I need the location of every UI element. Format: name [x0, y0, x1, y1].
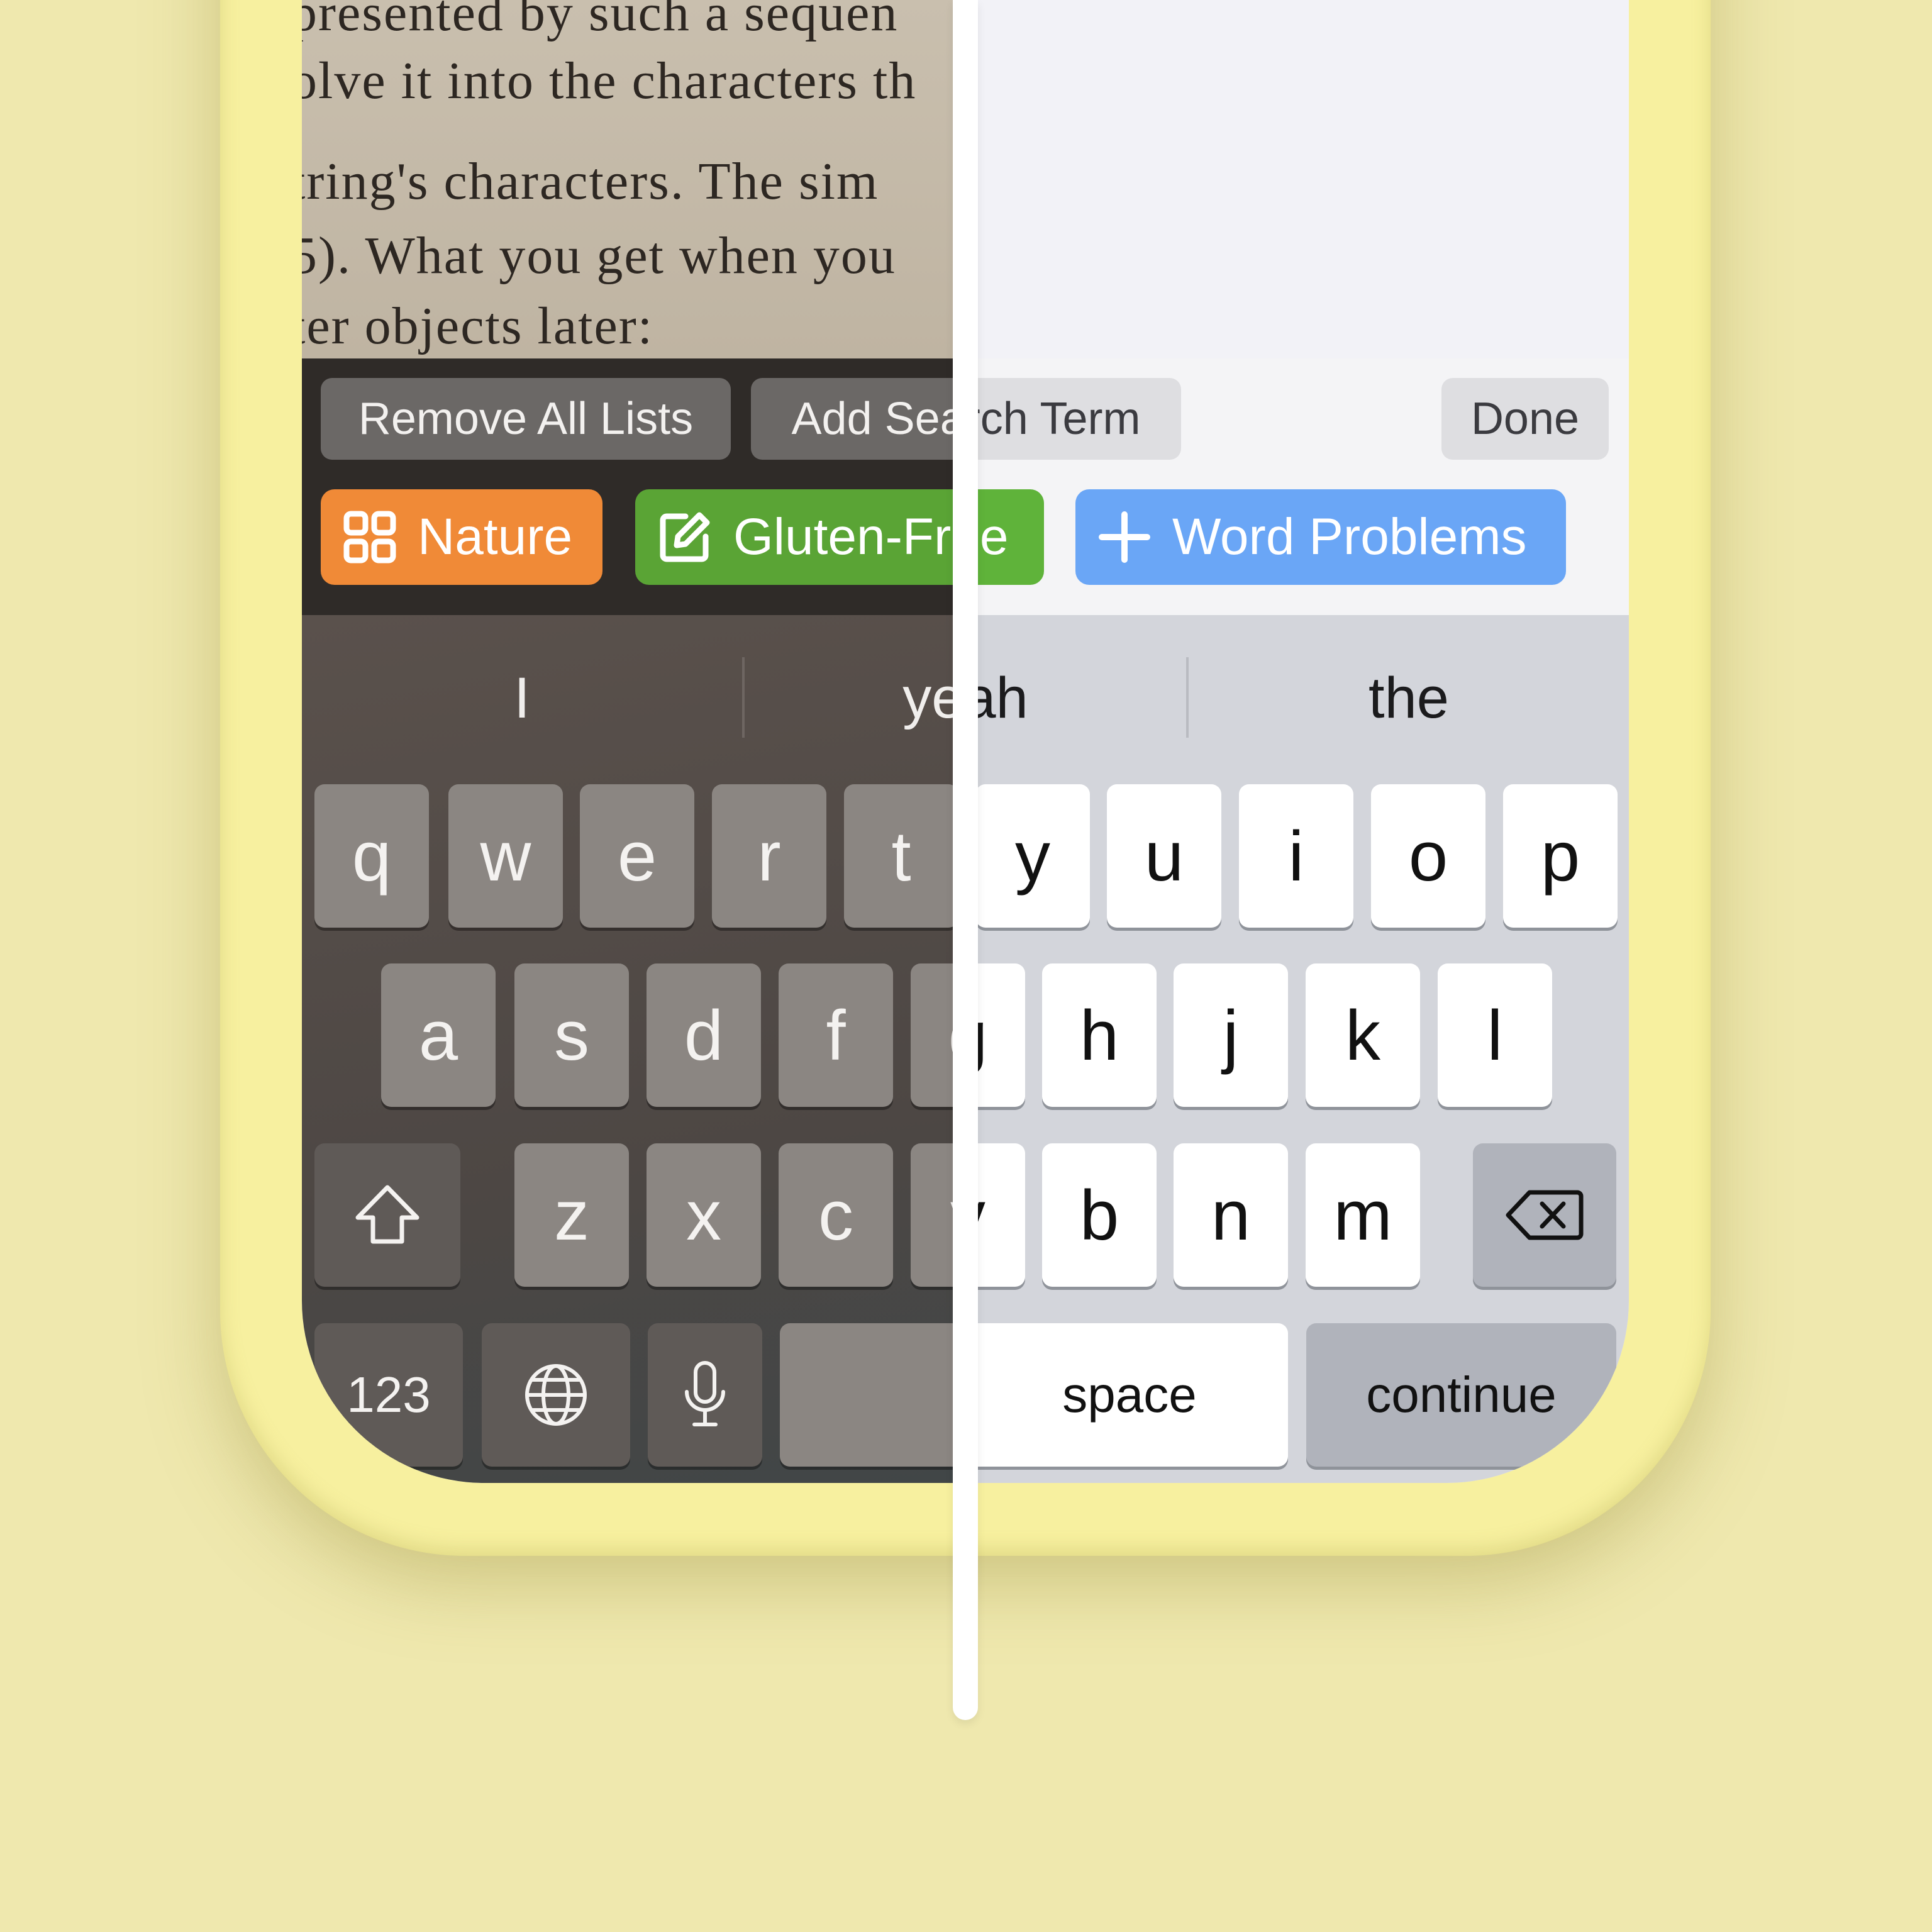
edit-icon — [660, 512, 710, 562]
list-chip-label: Word Problems — [1172, 508, 1527, 565]
book-text-line: presented by such a sequen — [302, 0, 899, 42]
grid-icon — [343, 511, 396, 564]
book-text-line: ter objects later: — [302, 297, 654, 355]
list-chip-word-problems[interactable]: Word Problems — [1075, 489, 1566, 585]
key-p[interactable]: p — [1503, 784, 1618, 928]
list-chip-nature[interactable]: Nature — [321, 489, 602, 585]
globe-icon — [525, 1364, 587, 1426]
delete-key[interactable] — [1473, 1143, 1616, 1287]
suggestion-2[interactable]: yeah — [745, 654, 953, 742]
key-d[interactable]: d — [647, 963, 761, 1107]
book-text-line: tring's characters. The sim — [302, 152, 879, 211]
remove-all-lists-button[interactable]: Remove All Lists — [321, 378, 731, 460]
done-button[interactable]: Done — [1441, 378, 1609, 460]
list-chip-gluten-free[interactable]: Gluten-Free — [635, 489, 953, 585]
list-chip-label: Nature — [418, 508, 573, 565]
key-c[interactable]: c — [779, 1143, 893, 1287]
space-key[interactable]: space — [953, 1323, 1288, 1467]
key-k[interactable]: k — [1306, 963, 1420, 1107]
backspace-icon — [1506, 1190, 1584, 1240]
key-v[interactable]: v — [911, 1143, 953, 1287]
key-h[interactable]: h — [1042, 963, 1157, 1107]
key-t[interactable]: t — [844, 784, 953, 928]
list-chip-label: Gluten-Free — [733, 508, 953, 565]
microphone-icon — [685, 1361, 725, 1426]
suggestion-1[interactable]: I — [302, 654, 742, 742]
promo-canvas: presented by such a sequen olve it into … — [0, 0, 1932, 1932]
comparison-slider-handle[interactable] — [953, 0, 978, 1720]
key-a[interactable]: a — [381, 963, 496, 1107]
key-x[interactable]: x — [647, 1143, 761, 1287]
add-search-term-button[interactable]: Add Search Term — [751, 378, 953, 460]
key-o[interactable]: o — [1371, 784, 1485, 928]
key-w[interactable]: w — [448, 784, 563, 928]
key-r[interactable]: r — [712, 784, 826, 928]
key-q[interactable]: q — [314, 784, 429, 928]
add-search-term-button[interactable]: Add Search Term — [953, 378, 1181, 460]
key-y[interactable]: y — [975, 784, 1090, 928]
shift-key[interactable] — [314, 1143, 460, 1287]
continue-key[interactable]: continue — [1306, 1323, 1616, 1467]
key-b[interactable]: b — [1042, 1143, 1157, 1287]
key-z[interactable]: z — [514, 1143, 629, 1287]
key-e[interactable]: e — [580, 784, 694, 928]
suggestion-3[interactable]: the — [1189, 654, 1629, 742]
key-u[interactable]: u — [1107, 784, 1221, 928]
plus-icon — [1099, 511, 1150, 563]
key-s[interactable]: s — [514, 963, 629, 1107]
key-i[interactable]: i — [1239, 784, 1353, 928]
book-text-line: 5). What you get when you — [302, 226, 896, 285]
space-key-label: space — [1062, 1367, 1197, 1423]
normal-mode-half: Remove All Lists Add Search Term Done Na… — [953, 0, 1629, 1483]
book-text-line: olve it into the characters th — [302, 52, 917, 110]
globe-key[interactable] — [482, 1323, 630, 1467]
key-m[interactable]: m — [1306, 1143, 1420, 1287]
key-f[interactable]: f — [779, 963, 893, 1107]
camera-mode-half: presented by such a sequen olve it into … — [302, 0, 953, 1483]
space-key[interactable]: space — [780, 1323, 953, 1467]
key-n[interactable]: n — [1174, 1143, 1288, 1287]
content-area — [953, 0, 1629, 358]
key-g[interactable]: g — [911, 963, 953, 1107]
suggestion-2[interactable]: yeah — [953, 654, 1186, 742]
camera-book-photo: presented by such a sequen olve it into … — [302, 0, 953, 358]
key-l[interactable]: l — [1438, 963, 1552, 1107]
shift-icon — [355, 1185, 419, 1244]
microphone-key[interactable] — [648, 1323, 762, 1467]
numbers-key[interactable]: 123 — [314, 1323, 463, 1467]
key-j[interactable]: j — [1174, 963, 1288, 1107]
